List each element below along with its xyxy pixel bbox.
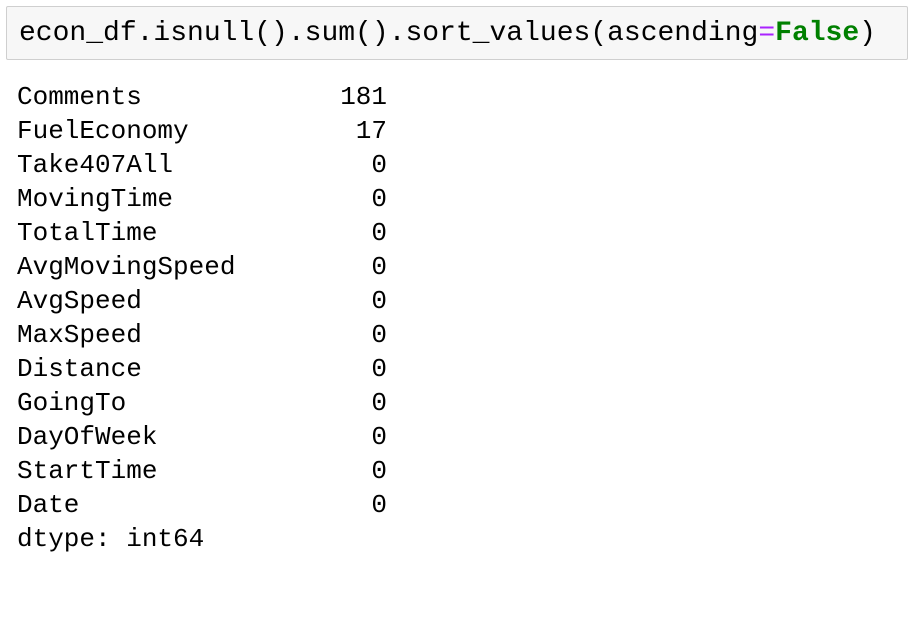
- output-row-value: 0: [371, 286, 387, 316]
- output-row: MaxSpeed 0: [17, 318, 897, 352]
- output-row-label: MaxSpeed: [17, 320, 142, 350]
- output-row: TotalTime 0: [17, 216, 897, 250]
- dtype-row: dtype: int64: [17, 522, 897, 556]
- output-row-value: 0: [371, 184, 387, 214]
- output-row-label: Take407All: [17, 150, 174, 180]
- output-row-label: AvgSpeed: [17, 286, 142, 316]
- output-row-value: 0: [371, 456, 387, 486]
- output-row-label: AvgMovingSpeed: [17, 252, 236, 282]
- output-row: MovingTime 0: [17, 182, 897, 216]
- output-row-value: 0: [371, 354, 387, 384]
- code-closing-paren: ): [859, 18, 876, 49]
- output-row-label: StartTime: [17, 456, 158, 486]
- code-input-cell[interactable]: econ_df.isnull().sum().sort_values(ascen…: [6, 6, 908, 60]
- output-row-value: 0: [371, 252, 387, 282]
- output-row: Take407All 0: [17, 148, 897, 182]
- output-row-label: Distance: [17, 354, 142, 384]
- output-row-label: TotalTime: [17, 218, 158, 248]
- output-row-label: DayOfWeek: [17, 422, 158, 452]
- output-row: AvgSpeed 0: [17, 284, 897, 318]
- output-row-value: 0: [371, 422, 387, 452]
- code-keyword: False: [775, 18, 860, 49]
- cell-output: Comments 181 FuelEconomy 17 Take407All 0…: [17, 80, 897, 556]
- output-row: Comments 181: [17, 80, 897, 114]
- output-row-value: 0: [371, 218, 387, 248]
- output-row: Date 0: [17, 488, 897, 522]
- output-row-label: FuelEconomy: [17, 116, 189, 146]
- output-row: Distance 0: [17, 352, 897, 386]
- output-row-value: 0: [371, 388, 387, 418]
- output-row-label: GoingTo: [17, 388, 127, 418]
- output-row-value: 0: [371, 150, 387, 180]
- output-row-value: 17: [355, 116, 387, 146]
- output-row-value: 0: [371, 320, 387, 350]
- output-row: DayOfWeek 0: [17, 420, 897, 454]
- output-row-label: MovingTime: [17, 184, 174, 214]
- output-row-label: Comments: [17, 82, 142, 112]
- output-row: FuelEconomy 17: [17, 114, 897, 148]
- output-row-value: 181: [340, 82, 387, 112]
- output-row: AvgMovingSpeed 0: [17, 250, 897, 284]
- output-row: GoingTo 0: [17, 386, 897, 420]
- output-row-value: 0: [371, 490, 387, 520]
- dtype-label: dtype: int64: [17, 524, 205, 554]
- code-line[interactable]: econ_df.isnull().sum().sort_values(ascen…: [19, 17, 876, 51]
- output-row-label: Date: [17, 490, 80, 520]
- code-operator: =: [758, 18, 776, 49]
- output-row: StartTime 0: [17, 454, 897, 488]
- code-text: econ_df.isnull().sum().sort_values(ascen…: [19, 18, 759, 49]
